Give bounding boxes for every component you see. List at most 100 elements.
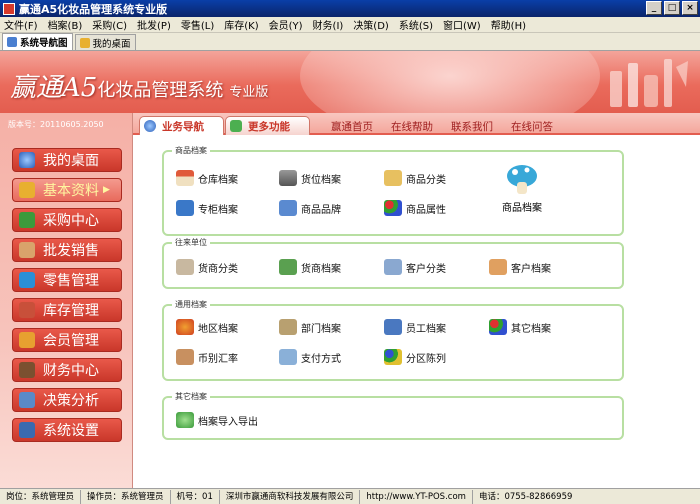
item-goods-category[interactable]: 商品分类 bbox=[384, 170, 446, 186]
folder-icon bbox=[79, 37, 90, 48]
monitor-icon bbox=[176, 200, 194, 216]
chart-icon bbox=[19, 392, 35, 408]
brand-logo: 赢通A5化妆品管理系统 专业版 bbox=[10, 67, 268, 104]
item-department-archive[interactable]: 部门档案 bbox=[279, 319, 341, 335]
group-goods-archive: 商品档案 仓库档案 货位档案 商品分类 专柜档案 商品品牌 商品属性 商品档案 bbox=[162, 145, 624, 236]
group-title: 往来单位 bbox=[172, 237, 210, 248]
item-label: 商品属性 bbox=[406, 204, 446, 216]
item-supplier-archive[interactable]: 货商档案 bbox=[279, 259, 341, 275]
item-payment-method[interactable]: 支付方式 bbox=[279, 349, 341, 365]
package-icon bbox=[19, 242, 35, 258]
recycle-icon bbox=[176, 412, 194, 428]
item-zone-display[interactable]: 分区陈列 bbox=[384, 349, 446, 365]
menu-archive[interactable]: 档案(B) bbox=[48, 17, 83, 32]
sidebar-item-label: 零售管理 bbox=[43, 273, 99, 289]
item-label: 其它档案 bbox=[511, 323, 551, 335]
computer-icon bbox=[19, 422, 35, 438]
menu-purchase[interactable]: 采购(C) bbox=[92, 17, 127, 32]
menu-help[interactable]: 帮助(H) bbox=[491, 17, 526, 32]
sidebar-item-purchase-center[interactable]: 采购中心 bbox=[12, 208, 122, 232]
item-label: 客户分类 bbox=[406, 263, 446, 275]
item-label: 地区档案 bbox=[198, 323, 238, 335]
sidebar-item-finance[interactable]: 财务中心 bbox=[12, 358, 122, 382]
close-button[interactable]: × bbox=[682, 1, 698, 15]
menu-decision[interactable]: 决策(D) bbox=[353, 17, 389, 32]
item-other-archive[interactable]: 其它档案 bbox=[489, 319, 551, 335]
item-region-archive[interactable]: 地区档案 bbox=[176, 319, 238, 335]
sidebar-item-system-settings[interactable]: 系统设置 bbox=[12, 418, 122, 442]
minimize-button[interactable]: _ bbox=[646, 1, 662, 15]
customer-icon bbox=[489, 259, 507, 275]
item-location-archive[interactable]: 货位档案 bbox=[279, 170, 341, 186]
tab-business-nav[interactable]: 业务导航 bbox=[139, 116, 224, 135]
tab-my-desktop[interactable]: 我的桌面 bbox=[74, 34, 136, 50]
item-goods-brand[interactable]: 商品品牌 bbox=[279, 200, 341, 216]
item-customer-archive[interactable]: 客户档案 bbox=[489, 259, 551, 275]
menu-system[interactable]: 系统(S) bbox=[399, 17, 433, 32]
main-content: 业务导航 更多功能 赢通首页 在线帮助 联系我们 在线问答 商品档案 仓库档案 … bbox=[133, 113, 700, 488]
menu-member[interactable]: 会员(Y) bbox=[269, 17, 303, 32]
menu-retail[interactable]: 零售(L) bbox=[181, 17, 214, 32]
brand-model: A5 bbox=[62, 73, 98, 103]
users-icon bbox=[384, 319, 402, 335]
item-label: 档案导入导出 bbox=[198, 416, 258, 428]
app-icon bbox=[3, 2, 15, 15]
menu-bar: 文件(F) 档案(B) 采购(C) 批发(P) 零售(L) 库存(K) 会员(Y… bbox=[0, 17, 700, 33]
edition-label: 专业版 bbox=[229, 85, 269, 100]
sidebar-item-retail[interactable]: 零售管理 bbox=[12, 268, 122, 292]
menu-file[interactable]: 文件(F) bbox=[4, 17, 38, 32]
sidebar-item-label: 批发销售 bbox=[43, 243, 99, 259]
item-currency-rate[interactable]: 币别汇率 bbox=[176, 349, 238, 365]
tab-label: 业务导航 bbox=[162, 120, 204, 133]
sidebar-item-wholesale[interactable]: 批发销售 bbox=[12, 238, 122, 262]
item-counter-archive[interactable]: 专柜档案 bbox=[176, 200, 238, 216]
item-warehouse-archive[interactable]: 仓库档案 bbox=[176, 170, 238, 186]
sidebar-item-label: 决策分析 bbox=[43, 393, 99, 409]
region-icon bbox=[176, 319, 194, 335]
status-bar: 岗位：系统管理员 操作员：系统管理员 机号：01 深圳市赢通商软科技发展有限公司… bbox=[0, 488, 700, 504]
menu-window[interactable]: 窗口(W) bbox=[443, 17, 481, 32]
status-company: 深圳市赢通商软科技发展有限公司 bbox=[220, 489, 361, 504]
item-label: 货商档案 bbox=[301, 263, 341, 275]
group-title: 其它档案 bbox=[172, 391, 210, 402]
warehouse-icon bbox=[19, 302, 35, 318]
checklist-icon bbox=[384, 259, 402, 275]
sidebar-item-basic-data[interactable]: 基本资料 ▶ bbox=[12, 178, 122, 202]
item-label: 客户档案 bbox=[511, 263, 551, 275]
item-label: 货商分类 bbox=[198, 263, 238, 275]
status-phone: 电话：0755-82866959 bbox=[478, 491, 573, 502]
status-position: 岗位：系统管理员 bbox=[0, 489, 82, 504]
maximize-button[interactable]: □ bbox=[664, 1, 680, 15]
member-card-icon bbox=[19, 332, 35, 348]
sidebar-item-label: 库存管理 bbox=[43, 303, 99, 319]
item-employee-archive[interactable]: 员工档案 bbox=[384, 319, 446, 335]
item-supplier-category[interactable]: 货商分类 bbox=[176, 259, 238, 275]
item-import-export[interactable]: 档案导入导出 bbox=[176, 412, 258, 428]
link-home[interactable]: 赢通首页 bbox=[331, 119, 373, 134]
menu-wholesale[interactable]: 批发(P) bbox=[137, 17, 171, 32]
display-zone-icon bbox=[384, 349, 402, 365]
tab-more-functions[interactable]: 更多功能 bbox=[225, 116, 310, 135]
tab-label: 系统导航图 bbox=[20, 38, 68, 49]
link-online-qa[interactable]: 在线问答 bbox=[511, 119, 553, 134]
navigation-map-icon bbox=[7, 37, 17, 47]
menu-finance[interactable]: 财务(I) bbox=[313, 17, 344, 32]
link-online-help[interactable]: 在线帮助 bbox=[391, 119, 433, 134]
status-url[interactable]: http://www.YT-POS.com bbox=[360, 489, 473, 504]
item-label: 币别汇率 bbox=[198, 353, 238, 365]
sidebar-item-member[interactable]: 会员管理 bbox=[12, 328, 122, 352]
menu-inventory[interactable]: 库存(K) bbox=[224, 17, 258, 32]
sidebar-item-my-desktop[interactable]: 我的桌面 bbox=[12, 148, 122, 172]
list-icon bbox=[384, 170, 402, 186]
tab-label: 更多功能 bbox=[248, 120, 290, 133]
money-icon bbox=[19, 362, 35, 378]
item-goods-archive-big[interactable]: 商品档案 bbox=[494, 162, 550, 214]
tab-system-nav[interactable]: 系统导航图 bbox=[2, 33, 73, 50]
item-goods-attribute[interactable]: 商品属性 bbox=[384, 200, 446, 216]
sidebar-item-inventory[interactable]: 库存管理 bbox=[12, 298, 122, 322]
item-label: 员工档案 bbox=[406, 323, 446, 335]
link-contact-us[interactable]: 联系我们 bbox=[451, 119, 493, 134]
item-customer-category[interactable]: 客户分类 bbox=[384, 259, 446, 275]
item-label: 分区陈列 bbox=[406, 353, 446, 365]
sidebar-item-decision[interactable]: 决策分析 bbox=[12, 388, 122, 412]
